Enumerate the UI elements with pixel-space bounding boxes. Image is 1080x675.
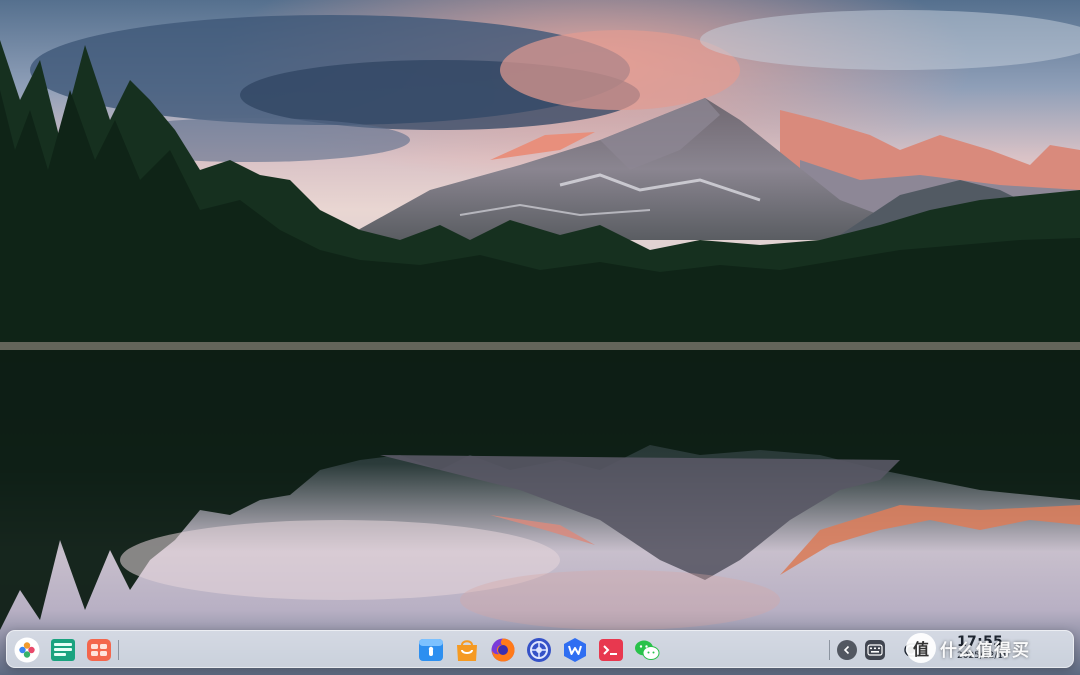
file-manager-button[interactable] <box>417 636 445 664</box>
multitask-view-icon <box>51 639 75 661</box>
chevron-left-icon <box>843 645 850 655</box>
clock[interactable]: 17:55 2025/12/10 <box>957 634 1029 666</box>
desktop[interactable]: 17:55 2025/12/10 值 什么值得买 <box>0 0 1080 675</box>
settings-button[interactable] <box>525 636 553 664</box>
wallpaper <box>0 0 1080 675</box>
workspace-icon <box>87 639 111 661</box>
keyboard-button[interactable] <box>865 640 885 660</box>
settings-icon <box>527 638 551 662</box>
launcher-button[interactable] <box>13 636 41 664</box>
dock-separator <box>118 640 119 660</box>
wps-icon <box>564 638 586 662</box>
wechat-icon <box>635 640 660 660</box>
launcher-icon <box>14 637 40 663</box>
clock-time: 17:55 <box>957 634 1004 650</box>
multitask-view-button[interactable] <box>49 636 77 664</box>
terminal-icon <box>599 639 623 661</box>
tray-expand-button[interactable] <box>837 640 857 660</box>
firefox-icon <box>491 638 515 662</box>
dock-separator <box>829 640 830 660</box>
app-store-button[interactable] <box>453 636 481 664</box>
firefox-button[interactable] <box>489 636 517 664</box>
terminal-button[interactable] <box>597 636 625 664</box>
wps-office-button[interactable] <box>561 636 589 664</box>
wechat-button[interactable] <box>633 636 661 664</box>
dock: 17:55 2025/12/10 <box>6 630 1074 668</box>
file-manager-icon <box>419 639 443 661</box>
workspace-switcher-button[interactable] <box>85 636 113 664</box>
app-store-icon <box>457 640 477 661</box>
keyboard-icon <box>867 644 883 656</box>
clock-date: 2025/12/10 <box>957 651 1009 661</box>
toggle-icon <box>904 643 926 657</box>
toggle-button[interactable] <box>903 640 927 660</box>
